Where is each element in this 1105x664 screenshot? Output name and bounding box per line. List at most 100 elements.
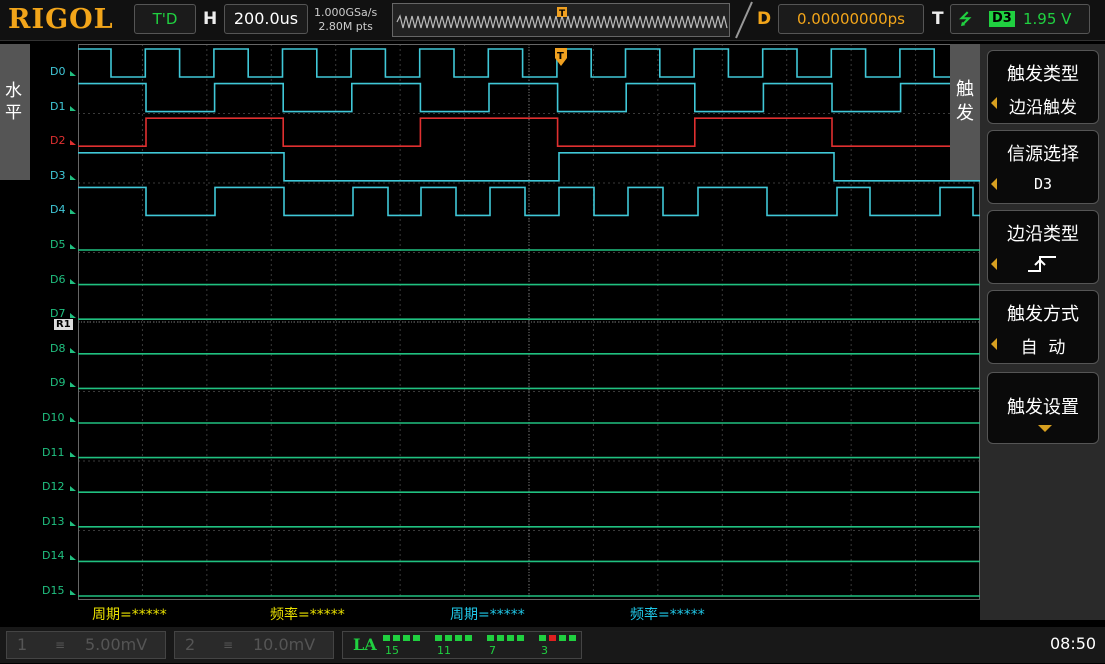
sweep-softkey[interactable]: 触发方式 自 动 [987,290,1099,364]
trigger-type-title: 触发类型 [1007,64,1079,85]
channel-label-d14[interactable]: D14 [42,549,64,562]
la-indicator [559,635,566,641]
rising-edge-icon [1028,256,1056,272]
channel-label-d11[interactable]: D11 [42,446,64,459]
la-indicator [569,635,576,641]
channel-marker-icon [70,417,76,422]
channel-label-d12[interactable]: D12 [42,480,64,493]
la-group-label: 3 [541,644,548,657]
la-indicator [507,635,514,641]
brand-logo: RIGOL [8,4,114,35]
source-title: 信源选择 [1007,144,1079,165]
channel1-scale: 5.00mV [85,635,148,654]
channel-label-d6[interactable]: D6 [50,273,65,286]
clock: 08:50 [1050,634,1097,653]
trigger-status[interactable]: ⭍ D3 1.95 V [950,4,1090,34]
coupling-icon: ≡ [223,638,234,652]
channel2-status[interactable]: 2 ≡ 10.0mV [174,631,334,659]
channel-label-d4[interactable]: D4 [50,203,65,216]
trigger-type-softkey[interactable]: 触发类型 边沿触发 [987,50,1099,124]
channel1-status[interactable]: 1 ≡ 5.00mV [6,631,166,659]
logic-analyzer-status[interactable]: LA 15 11 7 3 [342,631,582,659]
horizontal-tab-label: 水平 [5,81,22,123]
la-indicator [517,635,524,641]
memory-depth: 2.80M pts [318,20,373,33]
trigger-settings-title: 触发设置 [1007,397,1079,418]
measurement-period-2: 周期=***** [450,607,525,623]
channel-marker-icon [70,555,76,561]
la-group-label: 7 [489,644,496,657]
measurement-period-1: 周期=***** [92,607,167,623]
slope-softkey[interactable]: 边沿类型 [987,210,1099,284]
left-arrow-icon [991,258,997,270]
timebase-mode-badge[interactable]: T'D [134,4,196,34]
channel-marker-icon [70,71,76,76]
channel-marker-icon [70,174,76,180]
la-label: LA [353,635,377,654]
measurement-frequency-2: 频率=***** [630,607,705,623]
la-indicator [413,635,420,641]
memory-overview-strip[interactable]: T [392,3,730,37]
svg-text:T: T [559,9,566,19]
channel-label-d5[interactable]: D5 [50,238,65,251]
trigger-label: T [932,9,944,29]
horizontal-label: H [203,9,218,29]
sweep-title: 触发方式 [1007,304,1079,325]
source-value: D3 [1033,175,1053,193]
channel-label-d0[interactable]: D0 [50,65,65,78]
channel-label-d1[interactable]: D1 [50,100,65,113]
strip-bracket-icon [735,1,753,39]
channel-label-d3[interactable]: D3 [50,169,65,182]
la-group-label: 11 [437,644,451,657]
memory-waveform: T [393,4,729,36]
trigger-position-marker[interactable]: T [553,46,569,76]
la-indicator [465,635,472,641]
channel-label-d15[interactable]: D15 [42,584,64,597]
channel-marker-icon [70,278,76,284]
channel-marker-icon [70,451,76,457]
trigger-edge-icon: ⭍ [959,10,972,28]
la-channel-indicators [383,635,576,641]
channel-label-d9[interactable]: D9 [50,376,65,389]
la-group-label: 15 [385,644,399,657]
reference-r1-marker[interactable]: R1 [54,319,73,330]
channel-marker-icon [70,382,76,388]
channel-label-d13[interactable]: D13 [42,515,64,528]
channel-marker-icon [70,313,76,319]
delay-value[interactable]: 0.00000000ps [778,4,924,34]
trigger-settings-softkey[interactable]: 触发设置 [987,372,1099,444]
trigger-source-badge: D3 [989,11,1015,27]
chevron-down-icon [1038,425,1052,432]
waveform-grid[interactable] [78,44,980,600]
slope-title: 边沿类型 [1007,224,1079,245]
channel1-number: 1 [17,635,28,654]
channel-label-d10[interactable]: D10 [42,411,64,424]
coupling-icon: ≡ [55,638,66,652]
trigger-tab-label: 触发 [956,79,974,124]
la-indicator [403,635,410,641]
trigger-type-value: 边沿触发 [1009,98,1077,118]
channel-marker-icon [70,140,76,146]
horizontal-menu-tab[interactable]: 水平 [0,44,30,180]
delay-label: D [757,9,772,29]
measurement-frequency-1: 频率=***** [270,607,345,623]
svg-text:T: T [557,51,564,62]
la-indicator [549,635,556,641]
channel2-number: 2 [185,635,196,654]
channel-label-d2[interactable]: D2 [50,134,65,147]
timebase-value[interactable]: 200.0us [224,4,308,34]
channel-marker-icon [70,590,76,595]
channel-marker-icon [70,105,76,111]
acquisition-info: 1.000GSa/s 2.80M pts [314,6,377,34]
trigger-menu-tab[interactable]: 触发 [950,44,980,180]
top-status-bar: RIGOL T'D H 200.0us 1.000GSa/s 2.80M pts… [0,0,1105,41]
channel-marker-icon [70,347,76,353]
source-softkey[interactable]: 信源选择 D3 [987,130,1099,204]
sweep-value: 自 动 [1020,338,1066,358]
la-indicator [497,635,504,641]
la-indicator [455,635,462,641]
sample-rate: 1.000GSa/s [314,6,378,19]
channel-label-d8[interactable]: D8 [50,342,65,355]
channel-marker-icon [70,486,76,492]
channel-marker-icon [70,209,76,215]
